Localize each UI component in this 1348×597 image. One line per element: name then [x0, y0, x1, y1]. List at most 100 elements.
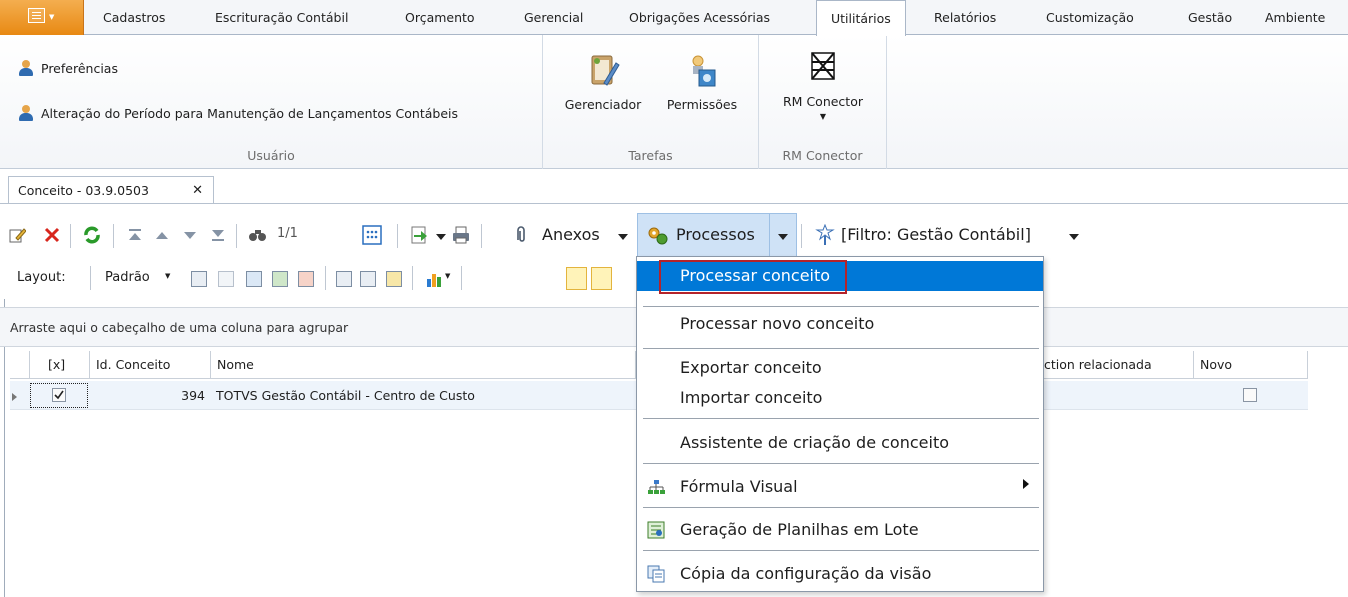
menu-item-assistente-criacao-conceito[interactable]: Assistente de criação de conceito [637, 428, 1043, 458]
menu-item-copia-configuracao-visao[interactable]: Cópia da configuração da visão [637, 559, 1043, 589]
layout-import-icon[interactable] [272, 271, 288, 287]
processos-split-line [769, 213, 770, 258]
layout-preset-dropdown[interactable]: Padrão [105, 270, 150, 285]
cell-id-conceito: 394 [181, 388, 205, 403]
menu-item-importar-conceito[interactable]: Importar conceito [637, 383, 1043, 413]
chevron-down-icon[interactable] [436, 234, 446, 240]
group-label-usuario: Usuário [247, 148, 295, 163]
permissoes-button[interactable]: Permissões [655, 53, 749, 112]
chevron-down-icon[interactable] [1069, 234, 1079, 240]
layout-save-icon[interactable] [191, 271, 207, 287]
menu-item-formula-visual[interactable]: Fórmula Visual [637, 472, 1043, 502]
view-mode-form-button[interactable] [591, 267, 612, 290]
menu-item-exportar-conceito[interactable]: Exportar conceito [637, 353, 1043, 383]
toolbar-separator [481, 224, 482, 248]
gerenciador-button[interactable]: Gerenciador [558, 53, 648, 112]
toolbar-separator [70, 224, 71, 248]
row-pointer-icon [12, 393, 17, 401]
preferencias-button[interactable]: Preferências [18, 60, 118, 76]
layout-copy-icon[interactable] [218, 271, 234, 287]
grid-view-icon[interactable] [362, 225, 382, 245]
delete-icon[interactable] [43, 226, 61, 244]
ribbon: Preferências Alteração do Período para M… [0, 35, 1348, 169]
tab-escrituracao-contabil[interactable]: Escrituração Contábil [215, 0, 348, 35]
close-icon[interactable]: ✕ [192, 177, 203, 204]
edit-icon[interactable] [8, 226, 27, 244]
chevron-down-icon[interactable] [778, 234, 788, 240]
first-record-icon[interactable] [126, 226, 144, 244]
layout-table-icon[interactable] [246, 271, 262, 287]
tab-obrigacoes-acessorias[interactable]: Obrigações Acessórias [629, 0, 770, 35]
column-header-novo[interactable]: Novo [1194, 351, 1308, 379]
permissoes-label: Permissões [666, 97, 738, 112]
layout-columns-icon[interactable] [336, 271, 352, 287]
processos-menu: Processar conceito Processar novo concei… [636, 256, 1044, 592]
anexos-button[interactable]: Anexos [542, 225, 600, 244]
submenu-arrow-icon [1023, 479, 1029, 489]
toolbar-separator [90, 266, 91, 290]
menu-divider [643, 418, 1039, 419]
chevron-down-icon[interactable]: ▼ [445, 272, 450, 280]
record-counter: 1/1 [277, 226, 298, 241]
layout-label: Layout: [17, 270, 66, 285]
gerenciador-label: Gerenciador [564, 97, 642, 112]
preferencias-label: Preferências [41, 60, 118, 76]
group-by-hint: Arraste aqui o cabeçalho de uma coluna p… [10, 320, 349, 335]
row-indicator-header [10, 351, 30, 379]
column-header-select[interactable]: [x] [30, 351, 90, 379]
menu-item-processar-novo-conceito[interactable]: Processar novo conceito [637, 309, 1043, 339]
menu-item-formula-visual-label: Fórmula Visual [680, 477, 798, 496]
export-icon[interactable] [409, 225, 427, 244]
cell-novo-checkbox[interactable] [1243, 388, 1257, 402]
tab-cadastros[interactable]: Cadastros [103, 0, 165, 35]
row-select-checkbox[interactable] [52, 388, 66, 402]
column-header-action-relacionada[interactable]: ction relacionada [1044, 351, 1194, 379]
toolbar-separator [113, 224, 114, 248]
rm-conector-button[interactable]: RM Conector ▼ [773, 50, 873, 121]
toolbar-separator [236, 224, 237, 248]
user-icon [18, 60, 34, 76]
search-icon[interactable] [248, 226, 266, 244]
tab-ambiente[interactable]: Ambiente [1265, 0, 1325, 35]
menu-divider [643, 507, 1039, 508]
group-label-rm-conector: RM Conector [782, 148, 863, 163]
chevron-down-icon[interactable] [618, 234, 628, 240]
next-record-icon[interactable] [181, 226, 199, 244]
last-record-icon[interactable] [209, 226, 227, 244]
tab-orcamento[interactable]: Orçamento [405, 0, 475, 35]
alteracao-periodo-button[interactable]: Alteração do Período para Manutenção de … [18, 105, 458, 121]
menu-item-geracao-planilhas-lote[interactable]: Geração de Planilhas em Lote [637, 515, 1043, 545]
user-icon [18, 105, 34, 121]
menu-divider [643, 348, 1039, 349]
paperclip-icon[interactable] [511, 225, 529, 243]
filter-button[interactable]: [Filtro: Gestão Contábil] [841, 225, 1031, 244]
chevron-down-icon[interactable]: ▼ [165, 272, 170, 280]
layout-export-icon[interactable] [298, 271, 314, 287]
copy-icon [647, 565, 665, 583]
print-icon[interactable] [451, 225, 469, 244]
tab-customizacao[interactable]: Customização [1046, 0, 1134, 35]
tab-utilitarios[interactable]: Utilitários [816, 0, 906, 36]
hierarchy-icon [647, 478, 665, 496]
connector-icon [806, 50, 840, 86]
tab-gerencial[interactable]: Gerencial [524, 0, 583, 35]
tab-relatorios[interactable]: Relatórios [934, 0, 996, 35]
task-manager-icon [586, 53, 620, 89]
chart-icon[interactable] [425, 270, 443, 288]
previous-record-icon[interactable] [153, 226, 171, 244]
layout-sum-icon[interactable] [360, 271, 376, 287]
filter-icon[interactable] [815, 223, 835, 245]
processos-button[interactable]: Processos [676, 225, 755, 244]
document-tab-divider [0, 203, 1348, 204]
group-label-tarefas: Tarefas [628, 148, 673, 163]
layout-highlight-icon[interactable] [386, 271, 402, 287]
app-menu-button[interactable]: ▼ [0, 0, 84, 35]
view-mode-grid-button[interactable] [566, 267, 587, 290]
document-tab[interactable]: Conceito - 03.9.0503 ✕ [8, 176, 214, 204]
column-header-nome[interactable]: Nome [211, 351, 636, 379]
toolbar-separator [325, 266, 326, 290]
column-header-id-conceito[interactable]: Id. Conceito [90, 351, 211, 379]
tab-gestao[interactable]: Gestão [1188, 0, 1232, 35]
cell-nome: TOTVS Gestão Contábil - Centro de Custo [216, 388, 475, 403]
refresh-icon[interactable] [82, 225, 100, 244]
